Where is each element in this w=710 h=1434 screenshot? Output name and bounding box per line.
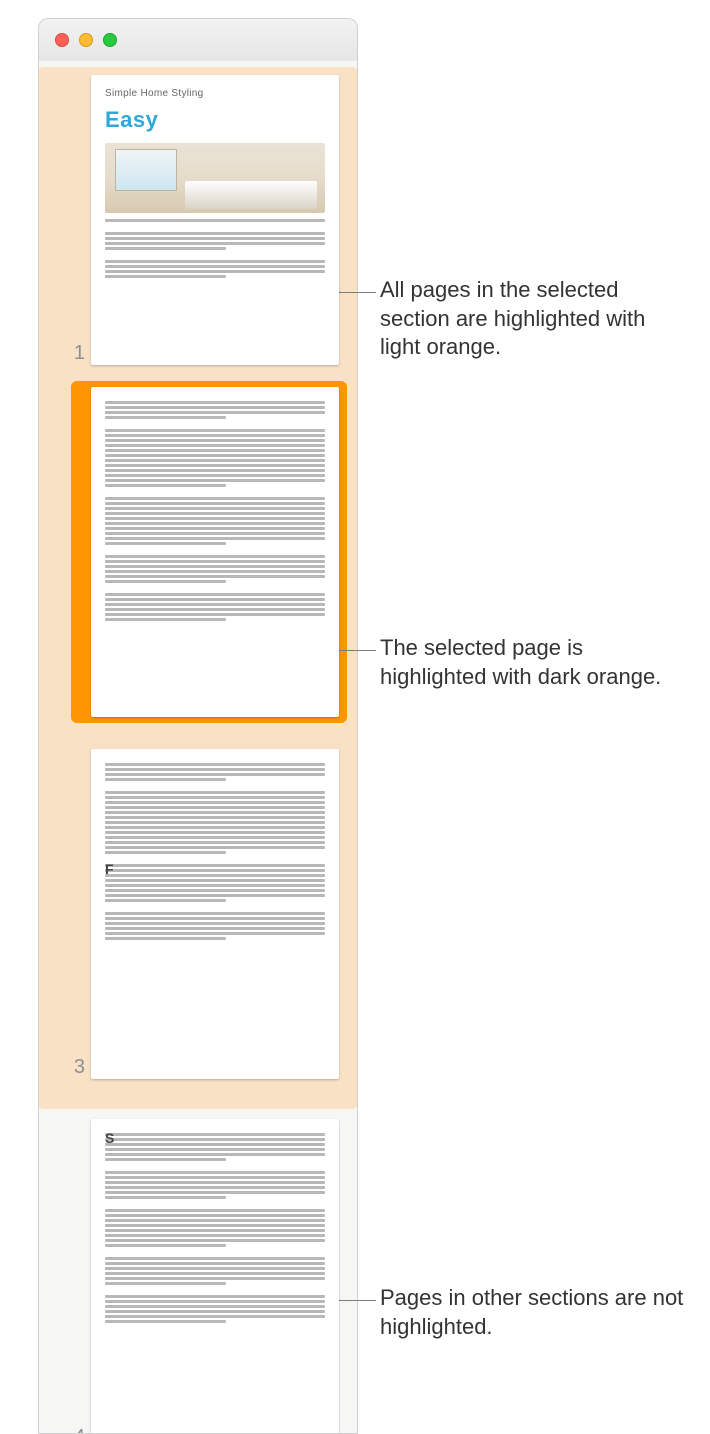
callout-other-sections: Pages in other sections are not highligh…	[380, 1284, 690, 1341]
minimize-icon[interactable]	[79, 33, 93, 47]
zoom-icon[interactable]	[103, 33, 117, 47]
dropcap: S	[105, 1131, 114, 1145]
page-number: 4	[39, 1426, 91, 1433]
page-thumbnail-2-selected[interactable]: 2	[39, 387, 357, 717]
page-thumbnail-1[interactable]: 1 Simple Home Styling Easy	[39, 75, 357, 365]
page-number: 3	[39, 1056, 91, 1079]
doc-title: Easy	[105, 104, 325, 136]
callout-selected-page: The selected page is highlighted with da…	[380, 634, 690, 691]
page-thumbnail-content	[91, 387, 339, 717]
page-thumbnail-content: Simple Home Styling Easy	[91, 75, 339, 365]
dropcap: F	[105, 862, 114, 876]
page-thumbnail-3[interactable]: 3 F	[39, 749, 357, 1079]
page-number: 1	[39, 342, 91, 365]
window-titlebar	[39, 19, 357, 62]
close-icon[interactable]	[55, 33, 69, 47]
help-figure: 1 Simple Home Styling Easy 2	[0, 0, 710, 1434]
doc-subtitle: Simple Home Styling	[105, 87, 325, 102]
page-number: 2	[39, 694, 91, 717]
callout-section-highlight: All pages in the selected section are hi…	[380, 276, 690, 362]
page-thumbnail-content: F	[91, 749, 339, 1079]
page-thumbnail-4[interactable]: 4 S	[39, 1119, 357, 1433]
page-thumbnail-content: S	[91, 1119, 339, 1433]
thumbnail-sidebar: 1 Simple Home Styling Easy 2	[39, 61, 357, 1433]
sidebar-window: 1 Simple Home Styling Easy 2	[38, 18, 358, 1434]
hero-image	[105, 143, 325, 213]
